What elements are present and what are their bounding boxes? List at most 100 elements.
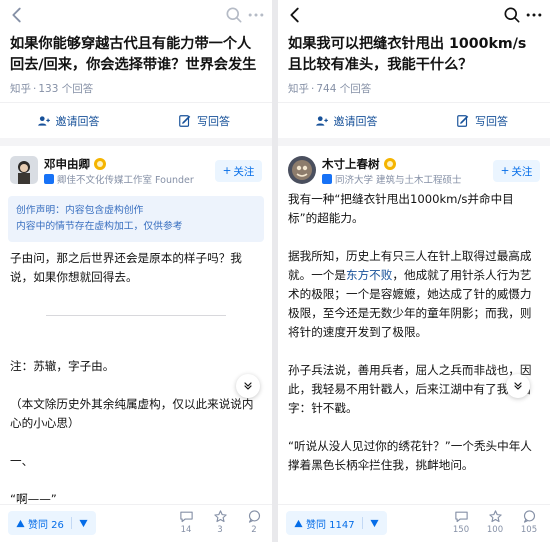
section-divider [0, 138, 272, 146]
vote-group: 赞同 26 [8, 511, 96, 535]
write-answer-label: 写回答 [475, 114, 508, 128]
top-nav [278, 0, 550, 30]
answer-count[interactable]: 744 个回答 [316, 83, 371, 95]
horizontal-rule [46, 315, 226, 316]
like-button[interactable]: 2 [239, 509, 269, 535]
expand-button[interactable] [506, 374, 530, 398]
upvote-button[interactable]: 赞同 26 [8, 511, 71, 535]
downvote-button[interactable] [72, 511, 96, 535]
source-label: 知乎 [10, 83, 31, 95]
creation-notice: 创作声明：内容包含虚构创作 内容中的情节存在虚构加工，仅供参考 [8, 196, 264, 242]
author-name-text: 木寸上春树 [322, 157, 380, 171]
paragraph: 子由问，那之后世界还会是原本的样子吗？我说，如果你想就回得去。 [10, 251, 242, 284]
paragraph: “听说从没人见过你的绣花针？”一个秃头中年人撑着黑色长柄伞拦住我，挑衅地问。 [288, 439, 532, 472]
invite-user-icon [37, 115, 50, 126]
badge-icon [94, 158, 106, 170]
avatar[interactable] [10, 156, 38, 184]
invite-user-icon [315, 115, 328, 126]
badge-icon [383, 158, 396, 170]
follow-button[interactable]: + 关注 [215, 160, 262, 182]
favorite-count: 100 [486, 525, 504, 535]
star-icon [213, 510, 227, 523]
favorite-count: 3 [217, 525, 223, 535]
search-icon[interactable] [502, 5, 522, 25]
paragraph: 孙子兵法说，善用兵者，屈人之兵而非战也，因此，我轻易不用针戳人，后来江湖中有了我… [288, 363, 532, 415]
question-title[interactable]: 如果你能够穿越古代且有能力带一个人回去/回来，你会选择带谁？世界会发生什... [0, 30, 272, 74]
pencil-icon [457, 114, 469, 127]
author-name[interactable]: 邓申由卿 [44, 156, 106, 172]
paragraph: 我有一种“把缝衣针甩出1000km/s并命中目标”的超能力。 [288, 192, 514, 225]
chat-bubble-icon [248, 510, 260, 523]
paragraph: 注：苏辙，字子由。 [10, 359, 115, 373]
author-name[interactable]: 木寸上春树 [322, 156, 396, 172]
avatar[interactable] [288, 156, 316, 184]
more-icon[interactable] [246, 5, 266, 25]
top-nav [0, 0, 272, 30]
author-row: 邓申由卿 卿佳不文化传媒工作室 Founder + 关注 [0, 146, 272, 190]
upvote-label: 赞同 1147 [306, 519, 355, 531]
vote-group: 赞同 1147 [286, 511, 387, 535]
invite-answer-button[interactable]: 邀请回答 [278, 113, 414, 129]
author-name-text: 邓申由卿 [44, 157, 90, 171]
upvote-label: 赞同 26 [28, 519, 64, 531]
paragraph: 一、 [10, 454, 34, 468]
back-icon[interactable] [6, 4, 28, 26]
follow-label: 关注 [233, 165, 255, 178]
comment-count: 150 [452, 525, 470, 535]
write-answer-button[interactable]: 写回答 [414, 113, 550, 129]
author-description: 卿佳不文化传媒工作室 Founder [44, 172, 194, 186]
write-answer-label: 写回答 [197, 114, 230, 128]
favorite-button[interactable]: 3 [205, 509, 235, 535]
follow-button[interactable]: + 关注 [493, 160, 540, 182]
author-row: 木寸上春树 同济大学 建筑与土木工程硕士 + 关注 [278, 146, 550, 190]
answer-footer: 赞同 1147 150 100 105 [278, 504, 550, 542]
star-icon [488, 510, 502, 523]
section-divider [278, 138, 550, 146]
inline-link[interactable]: 东方不败 [346, 268, 392, 282]
plus-icon: + [500, 165, 510, 177]
invite-answer-button[interactable]: 邀请回答 [0, 113, 136, 129]
comment-icon [454, 511, 468, 523]
downvote-button[interactable] [363, 511, 387, 535]
invite-answer-label: 邀请回答 [55, 114, 100, 128]
triangle-down-icon [370, 519, 379, 527]
question-action-bar: 邀请回答 写回答 [278, 102, 550, 138]
author-description: 同济大学 建筑与土木工程硕士 [322, 172, 462, 186]
comment-button[interactable]: 14 [171, 509, 201, 535]
upvote-button[interactable]: 赞同 1147 [286, 511, 362, 535]
like-count: 2 [251, 525, 257, 535]
notice-title: 创作声明：内容包含虚构创作 [16, 205, 144, 216]
back-icon[interactable] [284, 4, 306, 26]
answer-footer: 赞同 26 14 3 2 [0, 504, 272, 542]
right-answer-panel: 如果我可以把缝衣针甩出 1000km/s 且比较有准头，我能干什么？ 知乎 · 74… [278, 0, 550, 542]
question-action-bar: 邀请回答 写回答 [0, 102, 272, 138]
org-icon [322, 174, 332, 184]
more-icon[interactable] [524, 5, 544, 25]
answer-body: 子由问，那之后世界还会是原本的样子吗？我说，如果你想就回得去。 注：苏辙，字子由… [0, 249, 272, 509]
paragraph: （本文除历史外其余纯属虚构，仅以此来说说内心的小心思） [10, 397, 254, 430]
expand-button[interactable] [236, 374, 260, 398]
question-meta: 知乎 · 744 个回答 [288, 83, 372, 95]
comment-button[interactable]: 150 [446, 509, 476, 535]
paragraph: 据我所知，历史上有只三人在针上取得过最高成就。一个是东方不败，他成就了用针杀人行… [288, 247, 540, 342]
plus-icon: + [222, 165, 232, 177]
answer-count[interactable]: 133 个回答 [38, 83, 93, 95]
follow-label: 关注 [511, 165, 533, 178]
comment-count: 14 [180, 525, 192, 535]
favorite-button[interactable]: 100 [480, 509, 510, 535]
source-label: 知乎 [288, 83, 309, 95]
left-answer-panel: 如果你能够穿越古代且有能力带一个人回去/回来，你会选择带谁？世界会发生什... … [0, 0, 272, 542]
triangle-down-icon [79, 519, 88, 527]
triangle-up-icon [16, 519, 25, 527]
comment-icon [179, 511, 193, 523]
org-icon [44, 174, 54, 184]
triangle-up-icon [294, 519, 303, 527]
search-icon[interactable] [224, 5, 244, 25]
chat-bubble-icon [523, 510, 535, 523]
question-title[interactable]: 如果我可以把缝衣针甩出 1000km/s 且比较有准头，我能干什么？ [278, 30, 550, 74]
question-meta: 知乎 · 133 个回答 [10, 83, 94, 95]
write-answer-button[interactable]: 写回答 [136, 113, 272, 129]
like-button[interactable]: 105 [514, 509, 544, 535]
answer-body: 我有一种“把缝衣针甩出1000km/s并命中目标”的超能力。 据我所知，历史上有… [278, 190, 550, 475]
author-desc-text: 同济大学 建筑与土木工程硕士 [335, 175, 462, 186]
